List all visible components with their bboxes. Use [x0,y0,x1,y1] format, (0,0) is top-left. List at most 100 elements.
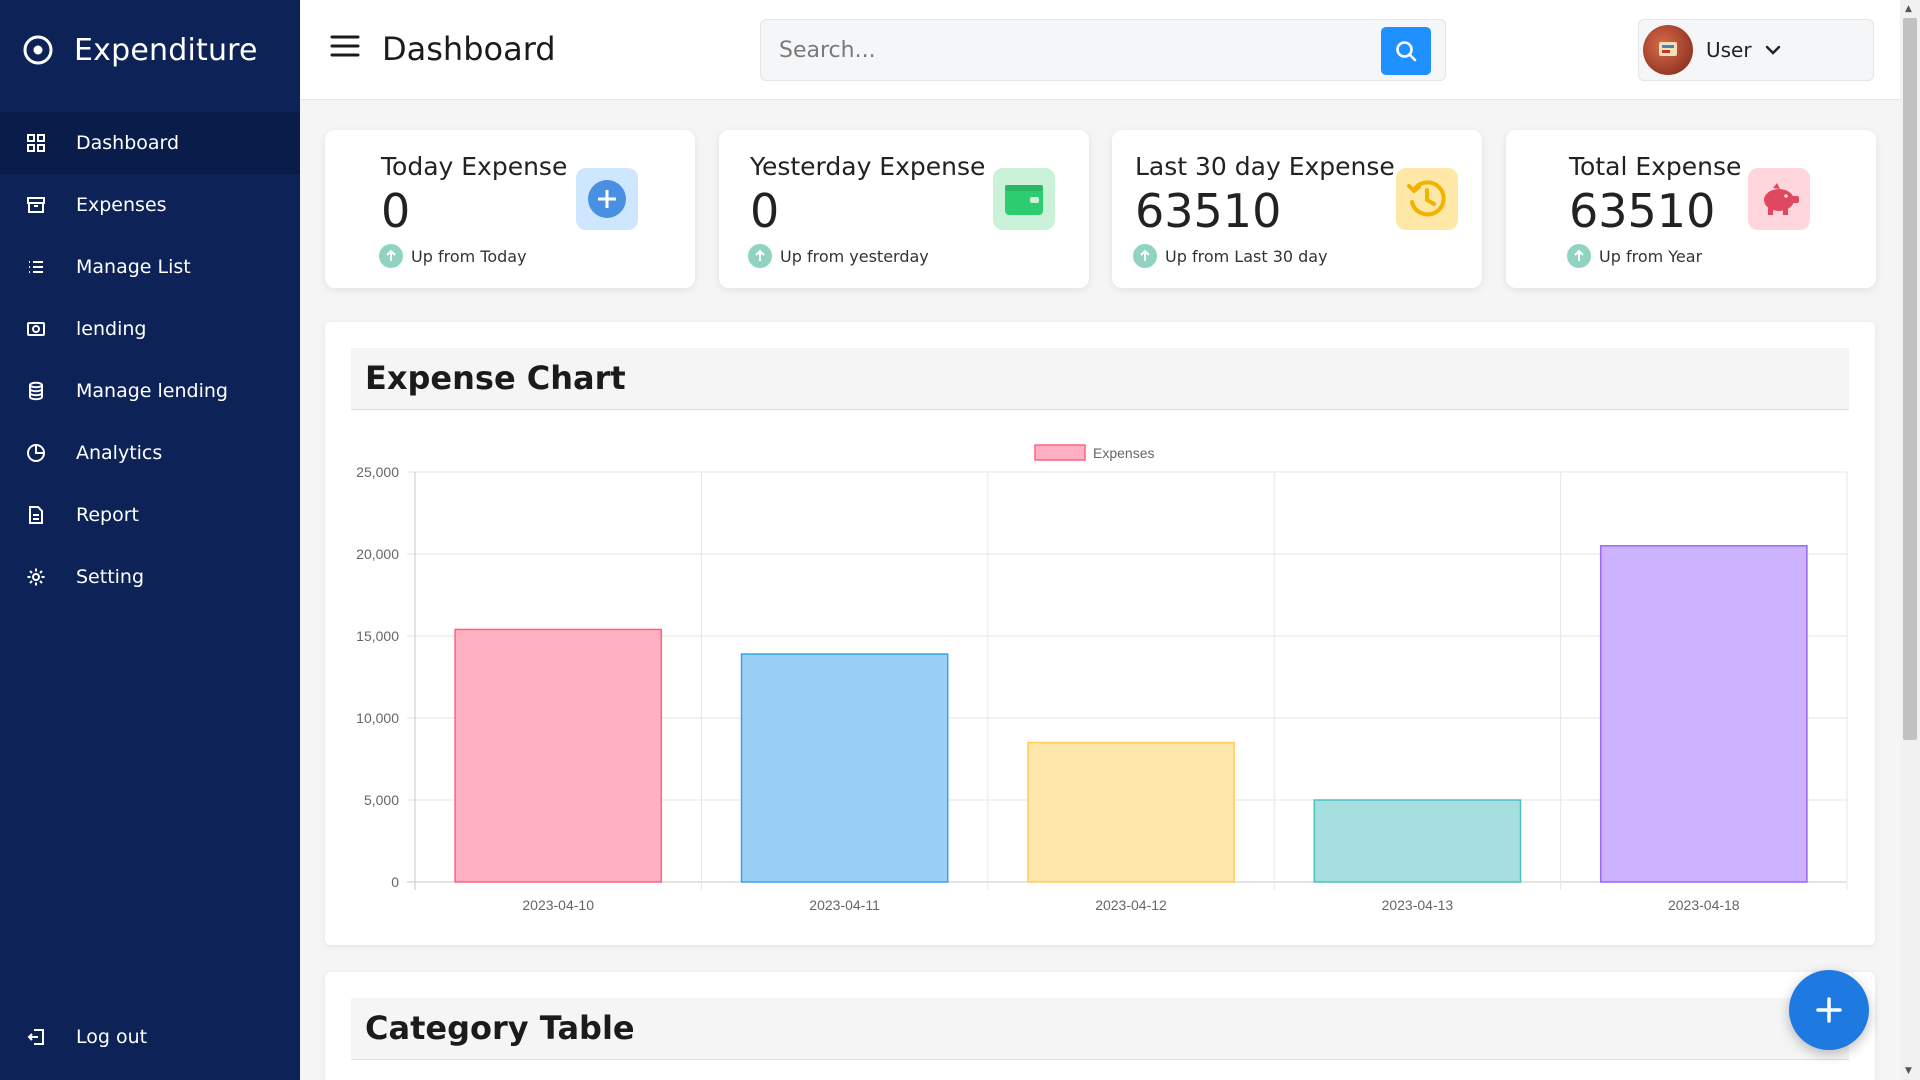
page-title: Dashboard [382,30,556,68]
legend-swatch [1034,444,1086,461]
logout-label: Log out [76,1026,148,1048]
card-footer-text: Up from Year [1599,246,1703,266]
y-tick-label: 5,000 [364,792,399,808]
card-value: 63510 [1569,184,1716,238]
sidebar-nav: Dashboard Expenses Manage List lending M… [0,112,300,608]
user-menu[interactable]: User [1638,19,1874,81]
sidebar-item-analytics[interactable]: Analytics [0,422,300,484]
card-value: 0 [381,184,411,238]
card-footer: Up from Year [1567,244,1702,268]
x-tick-label: 2023-04-18 [1668,897,1740,913]
top-header: Dashboard User [300,0,1900,100]
expense-chart-panel: Expense Chart 0 5,000 10,000 15,000 20,000 25… [325,322,1875,945]
card-footer: Up from Last 30 day [1133,244,1328,268]
bar-2023-04-11 [740,653,949,883]
stat-card-today: Today Expense 0 Up from Today [325,130,695,288]
sidebar-item-manage-lending[interactable]: Manage lending [0,360,300,422]
sidebar: Expenditure Dashboard Expenses Manage Li… [0,0,300,1080]
y-tick-label: 20,000 [356,546,399,562]
x-tick-label: 2023-04-10 [522,897,594,913]
x-tick-label: 2023-04-13 [1382,897,1454,913]
sidebar-item-expenses[interactable]: Expenses [0,174,300,236]
brand[interactable]: Expenditure [0,0,300,100]
search-input[interactable] [779,32,1359,68]
card-title: Today Expense [381,152,568,181]
file-icon [29,506,43,524]
plus-icon [1816,997,1842,1023]
card-icon [1748,168,1810,230]
plus-circle-icon [588,180,626,218]
add-expense-button[interactable] [1789,970,1869,1050]
bar-2023-04-13 [1313,799,1522,883]
wallet-icon [1005,185,1043,215]
bar-2023-04-12 [1027,741,1235,883]
database-icon [29,381,43,401]
sidebar-item-label: Setting [76,566,145,588]
sidebar-item-label: lending [76,318,147,340]
sidebar-item-setting[interactable]: Setting [0,546,300,608]
sidebar-item-report[interactable]: Report [0,484,300,546]
search-bar [760,19,1446,81]
legend-label: Expenses [1093,445,1154,461]
search-icon [1396,41,1417,62]
history-icon [1407,180,1446,217]
sidebar-item-label: Manage List [76,256,191,278]
money-icon [27,322,45,336]
avatar-image-icon [1659,42,1677,56]
card-title: Total Expense [1569,152,1742,181]
y-tick-label: 0 [391,874,399,890]
hamburger-icon [330,35,360,57]
search-button[interactable] [1381,27,1431,75]
panel-header: Category Table [351,998,1849,1060]
chevron-down-icon [1765,45,1780,55]
sidebar-item-label: Manage lending [76,380,228,402]
card-title: Last 30 day Expense [1135,152,1395,181]
card-icon [576,168,638,230]
x-tick-label: 2023-04-12 [1095,897,1167,913]
stat-card-yesterday: Yesterday Expense 0 Up from yesterday [719,130,1089,288]
scroll-down-icon[interactable]: ▼ [1905,1066,1912,1076]
brand-name: Expenditure [74,32,258,68]
card-icon [1396,168,1458,230]
archive-icon [27,197,45,213]
sidebar-item-label: Dashboard [76,132,180,154]
scrollbar-thumb[interactable] [1903,18,1917,740]
card-footer: Up from yesterday [748,244,929,268]
sidebar-item-label: Analytics [76,442,163,464]
pie-chart-icon [27,444,45,462]
sidebar-item-label: Report [76,504,139,526]
sidebar-item-lending[interactable]: lending [0,298,300,360]
card-footer-text: Up from Last 30 day [1165,246,1328,266]
grid-icon [27,134,45,152]
sidebar-item-manage-list[interactable]: Manage List [0,236,300,298]
arrow-up-icon [1567,244,1591,268]
panel-title: Category Table [365,1009,635,1047]
card-title: Yesterday Expense [750,152,986,181]
arrow-up-icon [379,244,403,268]
card-footer-text: Up from Today [411,246,527,266]
card-footer-text: Up from yesterday [780,246,929,266]
y-tick-label: 10,000 [356,710,399,726]
arrow-up-icon [748,244,772,268]
menu-toggle-button[interactable] [330,34,360,62]
logout-button[interactable]: Log out [0,1006,300,1068]
category-table-panel: Category Table [325,972,1875,1080]
bar-2023-04-10 [454,628,663,883]
logout-icon [27,1029,44,1045]
y-tick-label: 25,000 [356,464,399,480]
avatar [1643,25,1693,75]
sidebar-item-dashboard[interactable]: Dashboard [0,112,300,174]
card-value: 63510 [1135,184,1282,238]
page-scrollbar[interactable]: ▲ ▼ [1900,0,1920,1080]
card-value: 0 [750,184,780,238]
compass-logo-icon [23,35,53,65]
bar-2023-04-18 [1599,545,1808,883]
piggy-bank-icon [1764,183,1799,215]
y-tick-label: 15,000 [356,628,399,644]
stat-card-total: Total Expense 63510 Up from Year [1506,130,1876,288]
scroll-up-icon[interactable]: ▲ [1905,4,1912,14]
arrow-up-icon [1133,244,1157,268]
card-icon [993,168,1055,230]
expense-bar-chart: 0 5,000 10,000 15,000 20,000 25,000 2023-04-10… [356,444,1848,913]
sidebar-item-label: Expenses [76,194,167,216]
